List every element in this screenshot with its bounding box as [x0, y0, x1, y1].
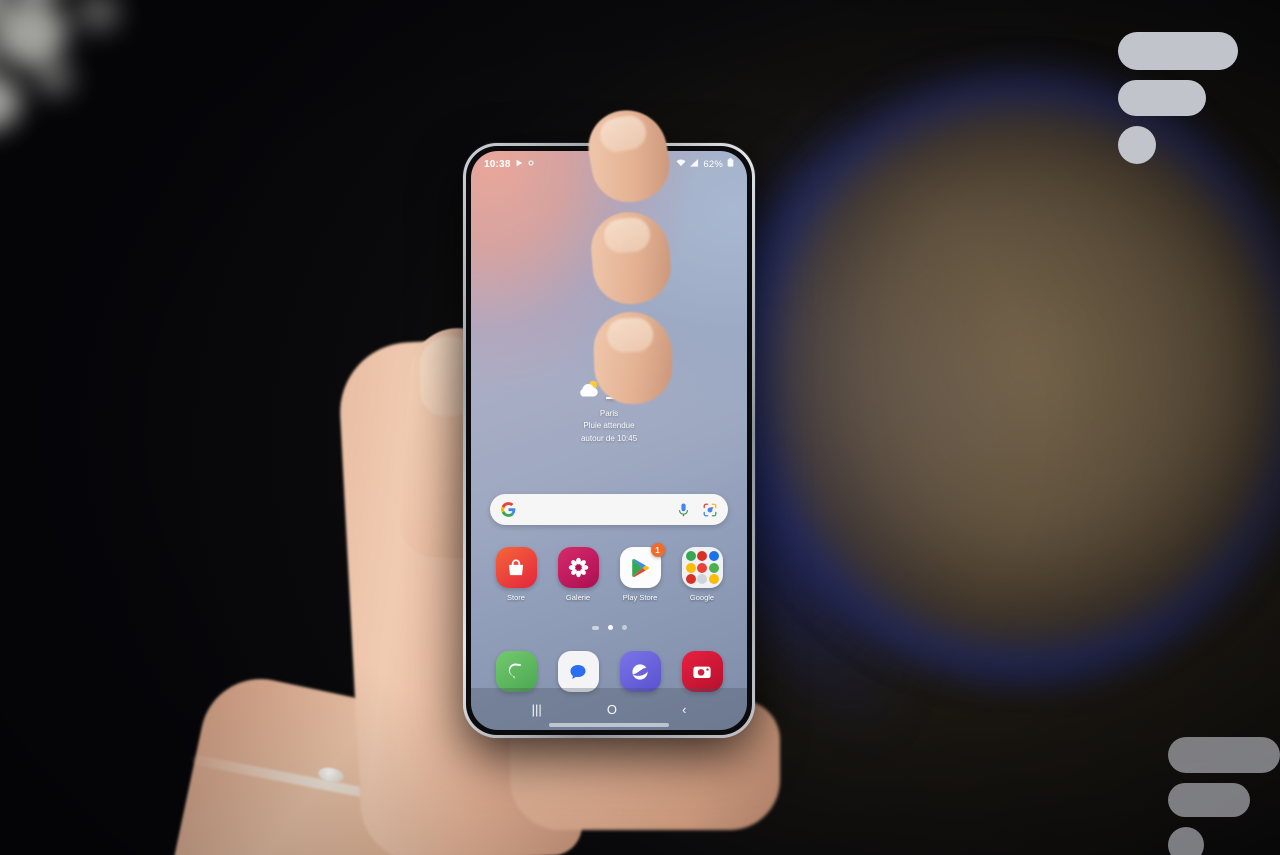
- folder-mini-icon: [697, 551, 707, 561]
- folder-mini-icon: [708, 562, 719, 573]
- gesture-handle[interactable]: [549, 723, 669, 727]
- status-bar-left: 10:38: [484, 159, 535, 170]
- page-dot-active[interactable]: [607, 625, 613, 630]
- phone-icon: [495, 651, 537, 692]
- camera-icon: [681, 651, 723, 692]
- weather-description-line1: Pluie attendue: [583, 421, 635, 430]
- folder-mini-icon: [697, 574, 707, 584]
- app-play-store[interactable]: 1 Play Store: [609, 543, 671, 602]
- folder-mini-icon: [685, 574, 696, 584]
- logo-bar-middle: [1118, 80, 1206, 116]
- gallery-flower-icon: [557, 547, 599, 588]
- google-search-bar[interactable]: [490, 494, 728, 525]
- google-lens-icon[interactable]: [701, 501, 718, 518]
- folder-mini-icon: [685, 562, 696, 573]
- dock-messages[interactable]: [547, 651, 609, 692]
- logo-bar-middle: [1168, 783, 1250, 817]
- folder-mini-icon: [697, 562, 707, 573]
- app-label: Google: [689, 593, 715, 602]
- logo-bar-top: [1168, 737, 1280, 773]
- dock: [485, 651, 733, 692]
- google-folder-icon: [681, 547, 723, 588]
- home-button[interactable]: O: [607, 702, 617, 717]
- frandroid-logo-top-right: [1118, 32, 1238, 164]
- folder-mini-icon: [685, 551, 696, 561]
- page-dot[interactable]: [591, 625, 599, 630]
- logo-bar-top: [1118, 32, 1238, 70]
- signal-icon: [690, 158, 699, 170]
- dock-internet[interactable]: [609, 651, 671, 692]
- dock-camera[interactable]: [671, 651, 733, 692]
- logo-dot: [1118, 126, 1156, 164]
- messages-icon: [557, 651, 599, 692]
- frandroid-logo-bottom-right: [1168, 737, 1280, 855]
- app-label: Store: [507, 593, 525, 602]
- app-galerie[interactable]: Galerie: [547, 547, 609, 602]
- app-label: Play Store: [622, 593, 658, 602]
- folder-mini-icon: [708, 551, 719, 561]
- google-g-icon: [500, 501, 517, 518]
- folder-mini-icon: [708, 574, 719, 584]
- scene: 10:38 62% Paris Pluie attendue autour de…: [0, 0, 1280, 855]
- notification-badge: 1: [650, 543, 665, 557]
- page-indicator[interactable]: [471, 625, 747, 630]
- dock-phone[interactable]: [485, 651, 547, 692]
- logo-dot: [1168, 827, 1204, 855]
- play-store-icon: 1: [619, 543, 665, 588]
- navigation-bar: ||| O ‹: [471, 688, 747, 730]
- battery-icon: [727, 158, 734, 170]
- recents-button[interactable]: |||: [532, 702, 542, 717]
- samsung-internet-icon: [619, 651, 661, 692]
- blurred-lamp-cluster-icon: [0, 0, 260, 200]
- microphone-icon[interactable]: [675, 501, 692, 518]
- wifi-icon: [676, 159, 686, 170]
- play-icon: [515, 159, 523, 170]
- back-button[interactable]: ‹: [682, 702, 686, 717]
- samsung-store-icon: [495, 547, 537, 588]
- page-dot[interactable]: [621, 625, 627, 630]
- battery-percent: 62%: [703, 158, 723, 170]
- gear-icon: [527, 159, 535, 170]
- app-store[interactable]: Store: [485, 547, 547, 602]
- bokeh-warm-disc: [760, 95, 1280, 655]
- weather-city: Paris: [599, 409, 619, 418]
- app-label: Galerie: [565, 593, 591, 602]
- app-grid: Store Galerie 1 Play Store Google: [485, 543, 733, 602]
- app-google-folder[interactable]: Google: [671, 547, 733, 602]
- finger-ring: [592, 310, 674, 406]
- weather-description-line2: autour de 10:45: [580, 434, 638, 443]
- status-time: 10:38: [484, 158, 511, 170]
- status-bar-right: 62%: [676, 158, 734, 170]
